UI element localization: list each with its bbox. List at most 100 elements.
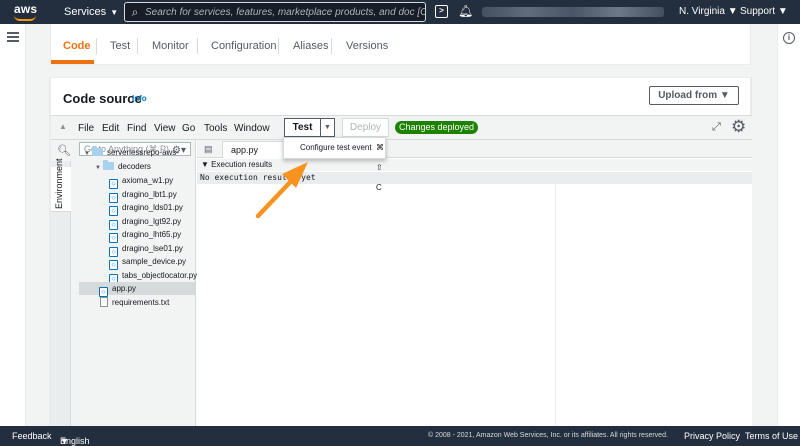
caret-down-icon: ▼ <box>727 6 738 17</box>
services-menu[interactable]: Services ▼ <box>64 6 118 18</box>
aws-logo-text: aws <box>14 2 38 16</box>
search-box[interactable]: ⌕ <box>124 2 426 22</box>
tab-divider <box>197 38 198 54</box>
aws-smile-icon <box>14 15 36 21</box>
expand-triangle-icon: ▼ <box>95 165 101 171</box>
tree-item-label: sample_device.py <box>122 257 187 266</box>
caret-down-icon: ▼ <box>719 90 730 101</box>
tab-code[interactable]: Code <box>63 40 91 52</box>
keyboard-shortcut: ⌘ ⇧ C <box>376 143 384 192</box>
upload-from-label: Upload from <box>658 90 718 101</box>
test-dropdown-toggle[interactable]: ▼ <box>321 118 335 137</box>
text-file-icon <box>100 297 108 307</box>
fullscreen-icon[interactable]: ⤢ <box>712 121 721 134</box>
gear-icon[interactable]: ⚙▾ <box>172 145 186 156</box>
changes-deployed-badge: Changes deployed <box>395 121 479 134</box>
terms-of-use-link[interactable]: Terms of Use <box>745 431 798 441</box>
environment-sidebar: Environment <box>51 158 71 427</box>
tab-versions[interactable]: Versions <box>346 40 388 52</box>
info-link[interactable]: Info <box>132 94 147 103</box>
tree-item-label: app.py <box>112 284 137 293</box>
tree-item-label: decoders <box>117 162 151 171</box>
aws-logo[interactable]: aws <box>8 2 48 22</box>
info-icon[interactable]: i <box>783 32 795 44</box>
tree-item-label: tabs_objectlocator.py <box>122 271 198 280</box>
privacy-policy-link[interactable]: Privacy Policy <box>684 431 740 441</box>
code-editor-ide: ▲ File Edit Find View Go Tools Window Te… <box>51 115 752 427</box>
arrow-shaft <box>255 174 298 219</box>
footer: Feedback English (US) ▼ © 2008 - 2021, A… <box>0 426 800 446</box>
search-input[interactable] <box>145 6 425 18</box>
search-icon: ⌕ <box>131 4 139 19</box>
tree-file[interactable]: ◇ dragino_lht65.py <box>109 228 182 243</box>
upload-from-button[interactable]: Upload from ▼ <box>649 86 739 105</box>
tab-monitor[interactable]: Monitor <box>152 40 189 52</box>
file-tab-icon[interactable]: ▤ <box>204 144 213 155</box>
tree-item-label: requirements.txt <box>112 298 170 307</box>
menu-window[interactable]: Window <box>234 123 270 134</box>
menu-view[interactable]: View <box>154 123 176 134</box>
bell-icon[interactable]: 🔔︎ <box>458 4 473 18</box>
annotation-arrow-icon <box>255 162 308 219</box>
function-tabs: Code Test Monitor Configuration Aliases … <box>50 24 751 65</box>
tree-item-label: dragino_lht65.py <box>122 230 182 239</box>
services-label: Services <box>64 6 107 18</box>
tree-item-label: dragino_lgt92.py <box>122 217 182 226</box>
cloudshell-icon[interactable]: > <box>435 5 448 18</box>
tab-configuration[interactable]: Configuration <box>211 40 276 52</box>
tree-file[interactable]: ◇ tabs_objectlocator.py <box>109 269 198 284</box>
environment-tab[interactable]: Environment <box>51 158 71 212</box>
feedback-link[interactable]: Feedback <box>12 431 52 441</box>
caret-down-icon: ▼ <box>324 124 331 131</box>
menu-tools[interactable]: Tools <box>204 123 227 134</box>
tree-file[interactable]: requirements.txt <box>100 296 169 309</box>
tree-file[interactable]: ◇ dragino_lgt92.py <box>109 215 182 230</box>
expand-triangle-icon: ▼ <box>84 151 90 157</box>
tab-test[interactable]: Test <box>110 40 130 52</box>
tree-item-label: dragino_lse01.py <box>122 244 183 253</box>
hamburger-menu-icon[interactable] <box>7 32 19 42</box>
menu-edit[interactable]: Edit <box>102 123 119 134</box>
ide-toolbar: ▲ File Edit Find View Go Tools Window Te… <box>51 115 752 140</box>
tree-item-label: serverlessrepo-aws- <box>106 148 179 157</box>
code-source-title: Code source <box>63 91 142 106</box>
folder-icon <box>102 160 114 170</box>
support-label: Support <box>740 6 776 17</box>
tree-item-label: axioma_w1.py <box>122 176 174 185</box>
caret-down-icon: ▼ <box>110 8 119 17</box>
file-tree-panel: 🔍︎ Go to Anything (⌘ P) Environment ▼ ser… <box>51 140 198 427</box>
tree-item-label: dragino_lds01.py <box>122 203 183 212</box>
tree-file[interactable]: ◇ dragino_lse01.py <box>109 242 183 257</box>
menu-file[interactable]: File <box>78 123 94 134</box>
collapse-triangle-icon[interactable]: ▲ <box>59 122 67 131</box>
tree-folder-decoders[interactable]: ▼ decoders <box>95 160 151 173</box>
region-selector[interactable]: N. Virginia ▼ <box>679 6 738 17</box>
account-name-redacted[interactable] <box>482 7 664 17</box>
support-menu[interactable]: Support ▼ <box>740 6 788 17</box>
tree-file[interactable]: ◇ dragino_lds01.py <box>109 201 183 216</box>
menu-find[interactable]: Find <box>127 123 146 134</box>
deploy-button: Deploy <box>342 118 389 137</box>
tree-item-label: dragino_lbt1.py <box>122 190 177 199</box>
tab-aliases[interactable]: Aliases <box>293 40 328 52</box>
collapse-triangle-icon: ▼ <box>201 160 209 169</box>
region-label: N. Virginia <box>679 6 725 17</box>
search-icon: 🔍︎ <box>57 145 71 157</box>
active-tab-indicator <box>51 60 94 64</box>
code-source-panel: Code source Info Upload from ▼ ▲ File Ed… <box>50 77 752 427</box>
environment-label: Environment <box>54 158 64 209</box>
tab-divider <box>331 38 332 54</box>
test-button[interactable]: Test <box>284 118 321 137</box>
tree-file[interactable]: ◇ dragino_lbt1.py <box>109 188 177 203</box>
copyright-text: © 2008 - 2021, Amazon Web Services, Inc.… <box>428 432 668 439</box>
left-navigation-strip <box>0 24 26 426</box>
gear-icon[interactable]: ⚙ <box>731 117 746 137</box>
folder-icon <box>91 146 103 156</box>
tree-root-folder[interactable]: ▼ serverlessrepo-aws- <box>84 146 179 159</box>
tree-file-selected[interactable]: ◇ app.py <box>79 282 195 297</box>
tree-file[interactable]: ◇ axioma_w1.py <box>109 174 174 189</box>
pane-divider <box>555 172 556 427</box>
tab-divider <box>137 38 138 54</box>
tree-file[interactable]: ◇ sample_device.py <box>109 255 187 270</box>
menu-go[interactable]: Go <box>182 123 195 134</box>
